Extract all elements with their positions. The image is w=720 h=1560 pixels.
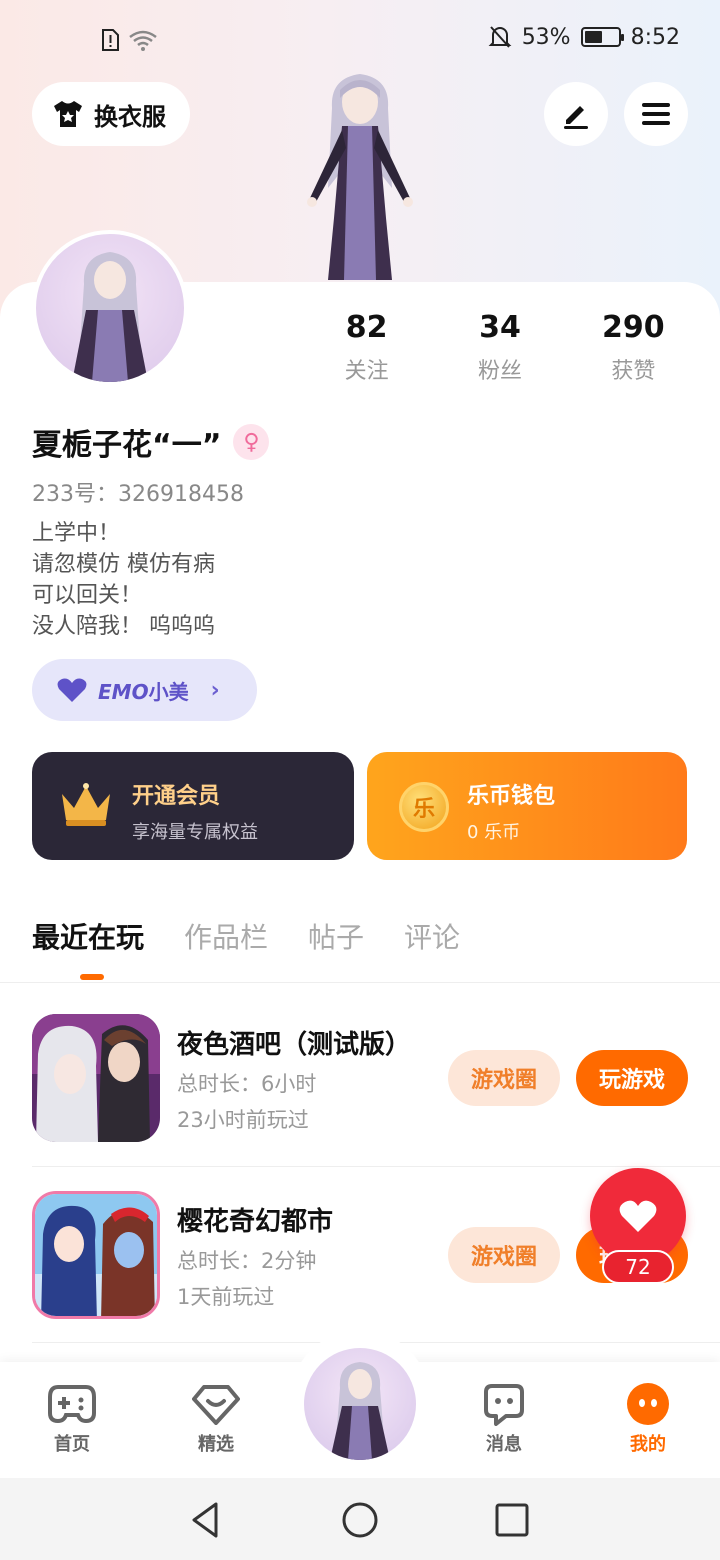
tab-works[interactable]: 作品栏 xyxy=(184,916,268,956)
game-circle-button[interactable]: 游戏圈 xyxy=(448,1227,560,1283)
stat-followers[interactable]: 34 粉丝 xyxy=(433,310,566,385)
divider xyxy=(32,1166,720,1167)
game-row[interactable]: 夜色酒吧（测试版） 总时长：6小时 23小时前玩过 游戏圈 玩游戏 xyxy=(32,1014,720,1154)
bio-line: 上学中！ xyxy=(32,521,121,546)
change-outfit-button[interactable]: 换衣服 xyxy=(32,82,190,146)
game-icon xyxy=(32,1191,160,1319)
wallet-balance: 0 乐币 xyxy=(467,822,521,843)
stat-label: 粉丝 xyxy=(477,359,522,384)
wallet-title: 乐币钱包 xyxy=(467,784,556,809)
menu-button[interactable] xyxy=(624,82,688,146)
heart-icon xyxy=(619,1200,657,1232)
tab-recently-played[interactable]: 最近在玩 xyxy=(32,916,144,956)
bio-line: 请忽模仿 模仿有病 xyxy=(32,552,215,577)
game-last-played: 1天前玩过 xyxy=(177,1285,275,1309)
bio-line: 可以回关！ xyxy=(32,583,143,608)
stat-following[interactable]: 82 关注 xyxy=(300,310,433,385)
tab-comments[interactable]: 评论 xyxy=(404,916,460,956)
gamepad-icon xyxy=(48,1385,96,1424)
vip-membership-card[interactable]: 开通会员 享海量专属权益 xyxy=(32,752,354,860)
back-icon[interactable] xyxy=(186,1500,226,1540)
status-bar: 53% 8:52 xyxy=(0,24,720,60)
battery-icon xyxy=(580,27,624,47)
change-outfit-label: 换衣服 xyxy=(94,102,166,131)
crown-icon xyxy=(62,783,110,826)
game-title: 夜色酒吧（测试版） xyxy=(177,1030,412,1060)
character-3d-avatar[interactable] xyxy=(280,68,440,280)
username: 夏栀子花“一” xyxy=(32,428,222,463)
nav-label: 我的 xyxy=(630,1434,666,1455)
stat-label: 关注 xyxy=(344,359,389,384)
nav-label: 首页 xyxy=(54,1434,90,1455)
recents-square-icon[interactable] xyxy=(492,1500,532,1540)
avatar-character xyxy=(330,1362,390,1460)
game-circle-button[interactable]: 游戏圈 xyxy=(448,1050,560,1106)
heart-icon xyxy=(57,678,87,702)
nav-label: 消息 xyxy=(486,1434,522,1455)
game-duration: 总时长：2分钟 xyxy=(177,1249,317,1273)
like-count-badge: 72 xyxy=(602,1250,674,1284)
coin-icon: 乐 xyxy=(399,782,449,832)
gender-female-icon: ♀ xyxy=(233,424,270,460)
game-last-played: 23小时前玩过 xyxy=(177,1108,309,1132)
game-icon xyxy=(32,1014,160,1142)
name-row: 夏栀子花“一” ♀ xyxy=(32,420,270,464)
nav-home[interactable]: 首页 xyxy=(27,1382,117,1456)
avatar-character xyxy=(72,252,148,382)
edit-profile-button[interactable] xyxy=(544,82,608,146)
vip-subtitle: 享海量专属权益 xyxy=(132,822,258,843)
stat-value: 290 xyxy=(602,310,665,345)
content-tabs: 最近在玩 作品栏 帖子 评论 xyxy=(32,916,460,956)
active-tab-indicator xyxy=(80,974,104,980)
stat-label: 获赞 xyxy=(611,359,656,384)
bell-muted-icon xyxy=(488,26,512,48)
clock: 8:52 xyxy=(630,24,680,50)
user-id[interactable]: 233号：326918458 xyxy=(32,476,244,508)
sim-alert-icon xyxy=(102,29,119,51)
stat-value: 34 xyxy=(479,310,521,345)
nav-label: 精选 xyxy=(198,1434,234,1455)
chat-icon xyxy=(484,1384,524,1426)
menu-icon xyxy=(642,103,670,125)
center-avatar-button[interactable] xyxy=(304,1348,416,1460)
battery-percent: 53% xyxy=(521,24,571,50)
emo-brand: EMO xyxy=(98,679,149,704)
nav-mine[interactable]: 我的 xyxy=(603,1382,693,1456)
vip-title: 开通会员 xyxy=(132,784,221,809)
edit-icon xyxy=(564,106,588,129)
stat-likes[interactable]: 290 获赞 xyxy=(567,310,700,385)
tab-posts[interactable]: 帖子 xyxy=(308,916,364,956)
home-circle-icon[interactable] xyxy=(340,1500,380,1540)
profile-stats: 82 关注 34 粉丝 290 获赞 xyxy=(300,310,700,385)
profile-avatar[interactable] xyxy=(32,230,188,386)
battery-fill xyxy=(584,31,602,43)
chevron-right-icon: › xyxy=(210,677,220,703)
emo-label: 小美 xyxy=(148,679,189,704)
divider xyxy=(0,982,720,983)
nav-featured[interactable]: 精选 xyxy=(171,1382,261,1456)
play-game-button[interactable]: 玩游戏 xyxy=(576,1050,688,1106)
nav-messages[interactable]: 消息 xyxy=(459,1382,549,1456)
wifi-icon xyxy=(129,30,157,51)
bio: 上学中！ 请忽模仿 模仿有病 可以回关！ 没人陪我！ 呜呜呜 xyxy=(32,518,215,642)
stat-value: 82 xyxy=(345,310,388,345)
system-nav-bar xyxy=(0,1478,720,1560)
profile-face-icon xyxy=(627,1383,669,1425)
game-title: 樱花奇幻都市 xyxy=(177,1207,334,1237)
heart-diamond-icon xyxy=(192,1385,240,1425)
tshirt-icon xyxy=(54,101,82,127)
coin-wallet-card[interactable]: 乐 乐币钱包 0 乐币 xyxy=(367,752,687,860)
bio-line: 没人陪我！ 呜呜呜 xyxy=(32,614,215,639)
game-duration: 总时长：6小时 xyxy=(177,1072,317,1096)
emo-companion-chip[interactable]: EMO小美 › xyxy=(32,659,257,721)
